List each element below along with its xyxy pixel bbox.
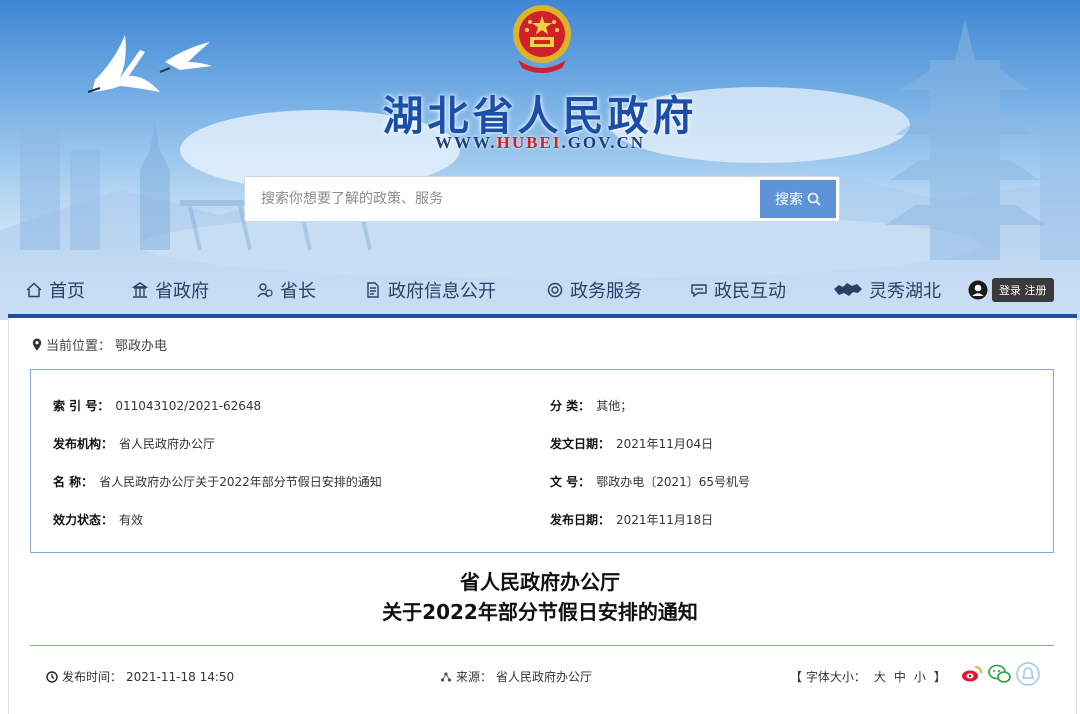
document-title-line2: 关于2022年部分节假日安排的通知 (382, 600, 698, 624)
login-link[interactable]: 登录 (999, 284, 1021, 297)
meta-doc-number: 文 号： 鄂政办电〔2021〕65号机号 (550, 475, 750, 489)
nav-item-gov-services[interactable]: 政务服务 (546, 262, 642, 318)
crane-right-icon (159, 42, 212, 73)
user-area: 登录 注册 (968, 278, 1054, 302)
nav-item-provincial-government[interactable]: 省政府 (131, 262, 209, 318)
nav-item-lingxiu-hubei[interactable]: 灵秀湖北 (833, 262, 941, 318)
publish-time: 发布时间： 2021-11-18 14:50 (46, 668, 234, 685)
breadcrumb: 当前位置： 鄂政办电 (32, 335, 167, 354)
national-emblem-icon (513, 5, 571, 73)
meta-index: 索 引 号： 011043102/2021-62648 (53, 399, 262, 413)
site-url: WWW.HUBEI.GOV.CN (434, 133, 646, 152)
nav-item-interaction[interactable]: 政民互动 (690, 262, 786, 318)
nav-item-label: 政务服务 (570, 281, 642, 302)
nav-item-label: 政民互动 (714, 281, 786, 302)
search-button-label: 搜索 (775, 192, 803, 208)
nav-item-label: 省长 (280, 281, 316, 302)
breadcrumb-current[interactable]: 鄂政办电 (115, 335, 167, 354)
share-bar (960, 662, 1040, 686)
main-nav: 首页 省政府 省长 政府信息公开 政务服务 政民互动 灵秀湖北 登录 注册 (0, 262, 1080, 318)
province-map-icon (834, 283, 862, 296)
qzone-share-icon[interactable] (1016, 662, 1040, 686)
search-input[interactable] (245, 177, 761, 221)
location-pin-icon (32, 338, 42, 351)
register-link[interactable]: 注册 (1025, 284, 1047, 297)
font-size-large[interactable]: 大 (874, 668, 886, 685)
nav-item-home[interactable]: 首页 (25, 262, 85, 318)
login-register-box: 登录 注册 (992, 278, 1054, 302)
chat-icon (691, 284, 707, 298)
font-size-medium[interactable]: 中 (894, 668, 906, 685)
meta-status: 效力状态： 有效 (53, 513, 144, 527)
source-info: 来源： 省人民政府办公厅 (440, 668, 592, 685)
service-icon (547, 282, 563, 298)
font-size-small[interactable]: 小 (914, 668, 926, 685)
document-icon (367, 282, 379, 298)
meta-issuer: 发布机构： 省人民政府办公厅 (53, 437, 216, 451)
nav-item-label: 灵秀湖北 (869, 281, 941, 302)
clock-icon (46, 670, 58, 683)
nav-item-label: 政府信息公开 (388, 281, 496, 302)
nav-item-governor[interactable]: 省长 (256, 262, 316, 318)
building-icon (131, 282, 149, 298)
user-avatar-icon[interactable] (968, 280, 988, 300)
meta-publish-date: 发布日期： 2021年11月18日 (550, 513, 714, 527)
source-icon (440, 671, 452, 682)
user-group-icon (257, 283, 273, 298)
meta-name: 名 称： 省人民政府办公厅关于2022年部分节假日安排的通知 (53, 475, 382, 489)
search-icon (807, 192, 821, 206)
document-title-line1: 省人民政府办公厅 (460, 570, 620, 594)
wechat-share-icon[interactable] (988, 662, 1012, 686)
title-divider (30, 645, 1054, 646)
weibo-share-icon[interactable] (960, 662, 984, 686)
nav-item-info-disclosure[interactable]: 政府信息公开 (364, 262, 496, 318)
font-size-control: 【 字体大小： 大 中 小 】 (790, 668, 946, 685)
breadcrumb-label: 当前位置： (46, 339, 112, 354)
meta-issue-date: 发文日期： 2021年11月04日 (550, 437, 714, 451)
search-button[interactable]: 搜索 (760, 180, 836, 218)
nav-item-label: 首页 (49, 281, 85, 302)
meta-category: 分 类： 其他； (550, 399, 633, 413)
home-icon (26, 282, 42, 298)
nav-item-label: 省政府 (155, 281, 209, 302)
search-box: 搜索 (244, 176, 840, 222)
